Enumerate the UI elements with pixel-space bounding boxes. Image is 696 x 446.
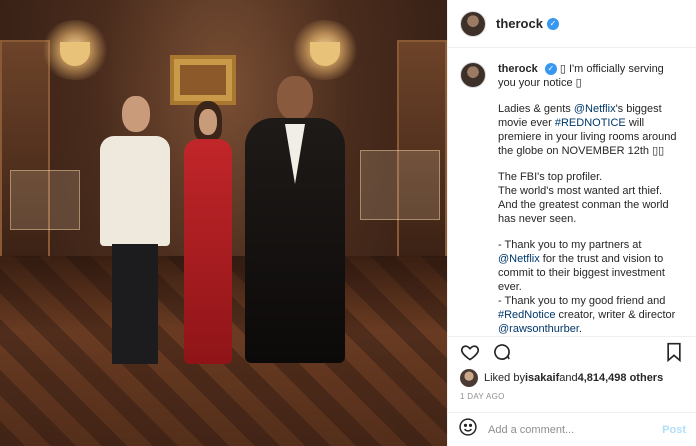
- liker-avatar[interactable]: [460, 369, 478, 387]
- post-header: therock ✓: [448, 0, 696, 48]
- painting: [170, 55, 236, 105]
- display-case: [10, 170, 80, 230]
- likes-row: Liked by isakaif and 4,814,498 others: [448, 366, 696, 390]
- person-black-tuxedo: [245, 76, 345, 366]
- display-case: [360, 150, 440, 220]
- caption-paragraph: The FBI's top profiler. The world's most…: [498, 171, 669, 225]
- caption-username[interactable]: therock: [498, 63, 538, 75]
- verified-badge-icon: ✓: [544, 63, 557, 75]
- caption-paragraph: - Thank you to my partners at @Netflix f…: [498, 239, 676, 335]
- heart-icon[interactable]: [458, 340, 482, 364]
- mention-link[interactable]: @Netflix: [574, 103, 616, 115]
- caption: therock ✓ ▯ I'm officially serving you y…: [448, 48, 696, 336]
- mention-link[interactable]: @Netflix: [498, 253, 540, 265]
- hashtag-link[interactable]: #REDNOTICE: [555, 117, 626, 129]
- bookmark-icon[interactable]: [662, 340, 686, 364]
- chandelier: [40, 20, 110, 80]
- instagram-post: therock ✓ therock ✓ ▯ I'm officially ser…: [0, 0, 696, 446]
- action-bar: [448, 336, 696, 366]
- hashtag-link[interactable]: #RedNotice: [498, 309, 555, 321]
- mention-link[interactable]: @rawsonthurber: [498, 323, 579, 335]
- post-photo[interactable]: [0, 0, 447, 446]
- post-comment-button[interactable]: Post: [662, 424, 686, 436]
- emoji-placeholder: ▯: [559, 63, 569, 75]
- verified-badge-icon: ✓: [546, 17, 559, 30]
- post-sidebar: therock ✓ therock ✓ ▯ I'm officially ser…: [447, 0, 696, 446]
- timestamp[interactable]: 1 DAY AGO: [448, 390, 696, 412]
- comment-bar: Post: [448, 412, 696, 446]
- person-red-dress: [176, 101, 240, 366]
- emoji-icon[interactable]: [458, 417, 478, 442]
- caption-paragraph: Ladies & gents @Netflix's biggest movie …: [498, 103, 677, 157]
- emoji-placeholder: ▯: [572, 77, 582, 89]
- caption-body: therock ✓ ▯ I'm officially serving you y…: [498, 62, 684, 336]
- emoji-placeholder: ▯▯: [649, 145, 665, 157]
- comment-icon[interactable]: [490, 340, 514, 364]
- avatar[interactable]: [460, 62, 486, 88]
- header-username[interactable]: therock: [496, 16, 543, 31]
- likes-count[interactable]: 4,814,498 others: [578, 372, 664, 384]
- avatar[interactable]: [460, 10, 486, 37]
- person-white-tuxedo: [100, 96, 170, 366]
- comment-input[interactable]: [488, 423, 663, 436]
- chandelier: [290, 20, 360, 80]
- liker-username[interactable]: isakaif: [525, 372, 559, 384]
